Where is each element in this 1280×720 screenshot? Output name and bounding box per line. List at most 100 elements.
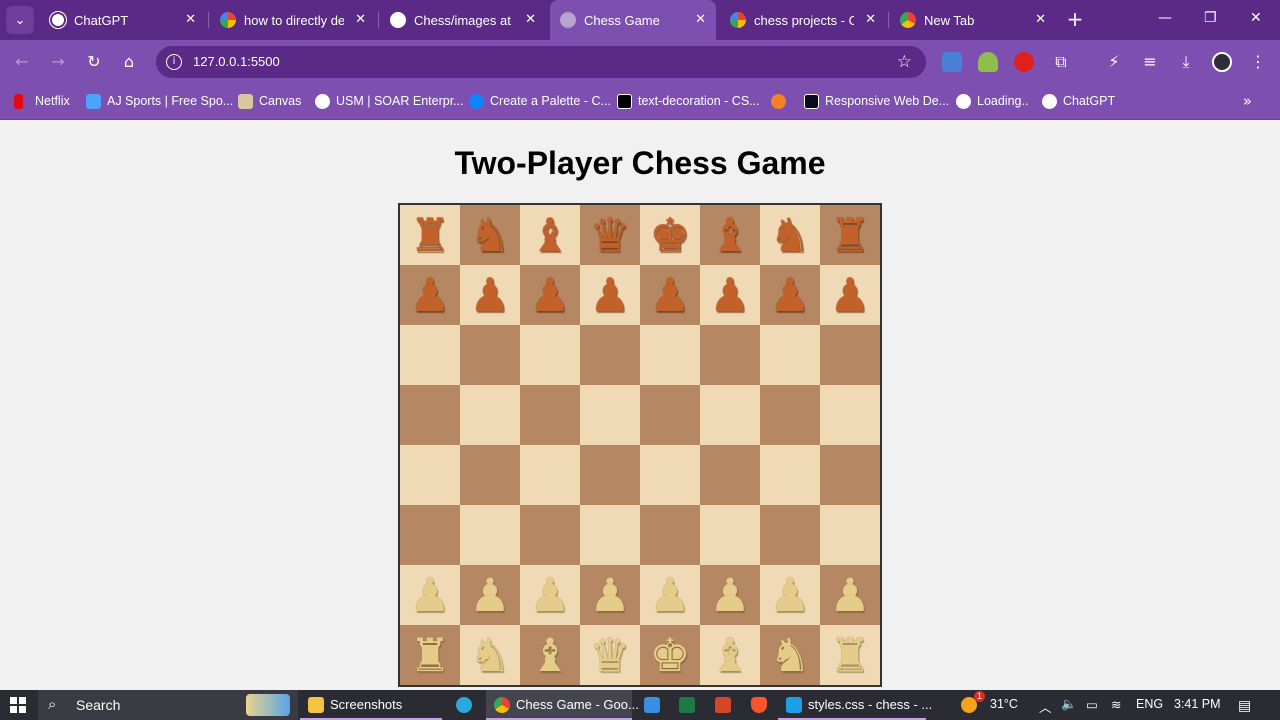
square-b4[interactable] (460, 445, 520, 505)
bookmark-star-icon[interactable]: ☆ (897, 52, 912, 72)
hand-stop-icon[interactable] (1014, 52, 1034, 72)
square-f7[interactable]: ♟ (700, 265, 760, 325)
square-h1[interactable]: ♜ (820, 625, 880, 685)
download-icon[interactable]: ⤓ (1175, 51, 1197, 73)
square-f8[interactable]: ♝ (700, 205, 760, 265)
white-rook-icon[interactable]: ♜ (829, 632, 870, 678)
google-translate-icon[interactable] (942, 52, 962, 72)
square-g3[interactable] (760, 505, 820, 565)
tab-google-search[interactable]: how to directly dep ✕ (210, 0, 376, 40)
square-a3[interactable] (400, 505, 460, 565)
site-info-icon[interactable]: i (166, 54, 182, 70)
square-e6[interactable] (640, 325, 700, 385)
media-control-icon[interactable]: ≡ (1139, 51, 1161, 73)
square-b6[interactable] (460, 325, 520, 385)
square-c4[interactable] (520, 445, 580, 505)
white-rook-icon[interactable]: ♜ (409, 632, 450, 678)
black-pawn-icon[interactable]: ♟ (649, 272, 690, 318)
square-h2[interactable]: ♟ (820, 565, 880, 625)
wifi-icon[interactable]: ≋ (1111, 697, 1121, 712)
square-h4[interactable] (820, 445, 880, 505)
square-f6[interactable] (700, 325, 760, 385)
chevron-up-icon[interactable]: ︿ (1039, 697, 1052, 716)
black-pawn-icon[interactable]: ♟ (829, 272, 870, 318)
square-c6[interactable] (520, 325, 580, 385)
home-icon[interactable]: ⌂ (118, 51, 140, 73)
square-b8[interactable]: ♞ (460, 205, 520, 265)
tab-chatgpt[interactable]: ChatGPT ✕ (40, 0, 206, 40)
taskbar-app-mail[interactable] (636, 690, 668, 720)
black-pawn-icon[interactable]: ♟ (529, 272, 570, 318)
black-pawn-icon[interactable]: ♟ (769, 272, 810, 318)
square-a4[interactable] (400, 445, 460, 505)
tab-search-button[interactable]: ⌄ (6, 6, 34, 34)
square-c5[interactable] (520, 385, 580, 445)
square-c2[interactable]: ♟ (520, 565, 580, 625)
square-a1[interactable]: ♜ (400, 625, 460, 685)
black-pawn-icon[interactable]: ♟ (409, 272, 450, 318)
white-bishop-icon[interactable]: ♝ (709, 632, 750, 678)
black-pawn-icon[interactable]: ♟ (589, 272, 630, 318)
white-king-icon[interactable]: ♚ (649, 632, 690, 678)
white-pawn-icon[interactable]: ♟ (409, 572, 450, 618)
square-g6[interactable] (760, 325, 820, 385)
square-f3[interactable] (700, 505, 760, 565)
square-d7[interactable]: ♟ (580, 265, 640, 325)
square-c3[interactable] (520, 505, 580, 565)
square-d2[interactable]: ♟ (580, 565, 640, 625)
white-pawn-icon[interactable]: ♟ (709, 572, 750, 618)
square-g5[interactable] (760, 385, 820, 445)
black-knight-icon[interactable]: ♞ (469, 212, 510, 258)
extension-icon[interactable] (978, 52, 998, 72)
tab-new-tab[interactable]: New Tab ✕ (890, 0, 1056, 40)
taskbar-app-powerpoint[interactable] (707, 690, 739, 720)
square-b5[interactable] (460, 385, 520, 445)
reload-icon[interactable]: ↻ (83, 51, 105, 73)
square-d3[interactable] (580, 505, 640, 565)
black-rook-icon[interactable]: ♜ (409, 212, 450, 258)
minimize-icon[interactable]: — (1158, 10, 1172, 26)
forward-arrow-icon[interactable]: → (47, 51, 69, 73)
tab-chess-game[interactable]: Chess Game ✕ (550, 0, 716, 40)
square-d8[interactable]: ♛ (580, 205, 640, 265)
taskbar-app-excel[interactable] (671, 690, 703, 720)
double-chevron-right-icon[interactable]: » (1243, 92, 1252, 110)
taskbar-app-chrome[interactable]: Chess Game - Goo... (486, 690, 639, 720)
windows-start-icon[interactable] (10, 697, 26, 713)
black-queen-icon[interactable]: ♛ (589, 212, 630, 258)
white-queen-icon[interactable]: ♛ (589, 632, 630, 678)
performance-icon[interactable]: ⚡ (1103, 51, 1125, 73)
square-f1[interactable]: ♝ (700, 625, 760, 685)
new-tab-button[interactable]: + (1064, 8, 1086, 32)
square-d5[interactable] (580, 385, 640, 445)
tab-github[interactable]: Chess/images at m ✕ (380, 0, 546, 40)
weather-temperature[interactable]: 31°C (990, 697, 1018, 711)
square-d6[interactable] (580, 325, 640, 385)
taskbar-app-brave[interactable] (743, 690, 775, 720)
square-f4[interactable] (700, 445, 760, 505)
language-indicator[interactable]: ENG (1136, 697, 1163, 711)
address-bar[interactable]: i 127.0.0.1:5500 ☆ (156, 46, 926, 78)
square-d1[interactable]: ♛ (580, 625, 640, 685)
white-knight-icon[interactable]: ♞ (469, 632, 510, 678)
black-pawn-icon[interactable]: ♟ (469, 272, 510, 318)
white-pawn-icon[interactable]: ♟ (529, 572, 570, 618)
black-bishop-icon[interactable]: ♝ (529, 212, 570, 258)
white-bishop-icon[interactable]: ♝ (529, 632, 570, 678)
square-e2[interactable]: ♟ (640, 565, 700, 625)
white-pawn-icon[interactable]: ♟ (829, 572, 870, 618)
clock[interactable]: 3:41 PM (1174, 697, 1221, 711)
square-c7[interactable]: ♟ (520, 265, 580, 325)
white-pawn-icon[interactable]: ♟ (769, 572, 810, 618)
url-text[interactable]: 127.0.0.1:5500 (193, 54, 280, 69)
white-pawn-icon[interactable]: ♟ (589, 572, 630, 618)
taskbar-app-edge[interactable] (448, 690, 482, 720)
square-h3[interactable] (820, 505, 880, 565)
square-b1[interactable]: ♞ (460, 625, 520, 685)
square-a6[interactable] (400, 325, 460, 385)
taskbar-app-vscode[interactable]: styles.css - chess - ... (778, 690, 932, 720)
square-h5[interactable] (820, 385, 880, 445)
square-e8[interactable]: ♚ (640, 205, 700, 265)
square-e4[interactable] (640, 445, 700, 505)
square-a2[interactable]: ♟ (400, 565, 460, 625)
